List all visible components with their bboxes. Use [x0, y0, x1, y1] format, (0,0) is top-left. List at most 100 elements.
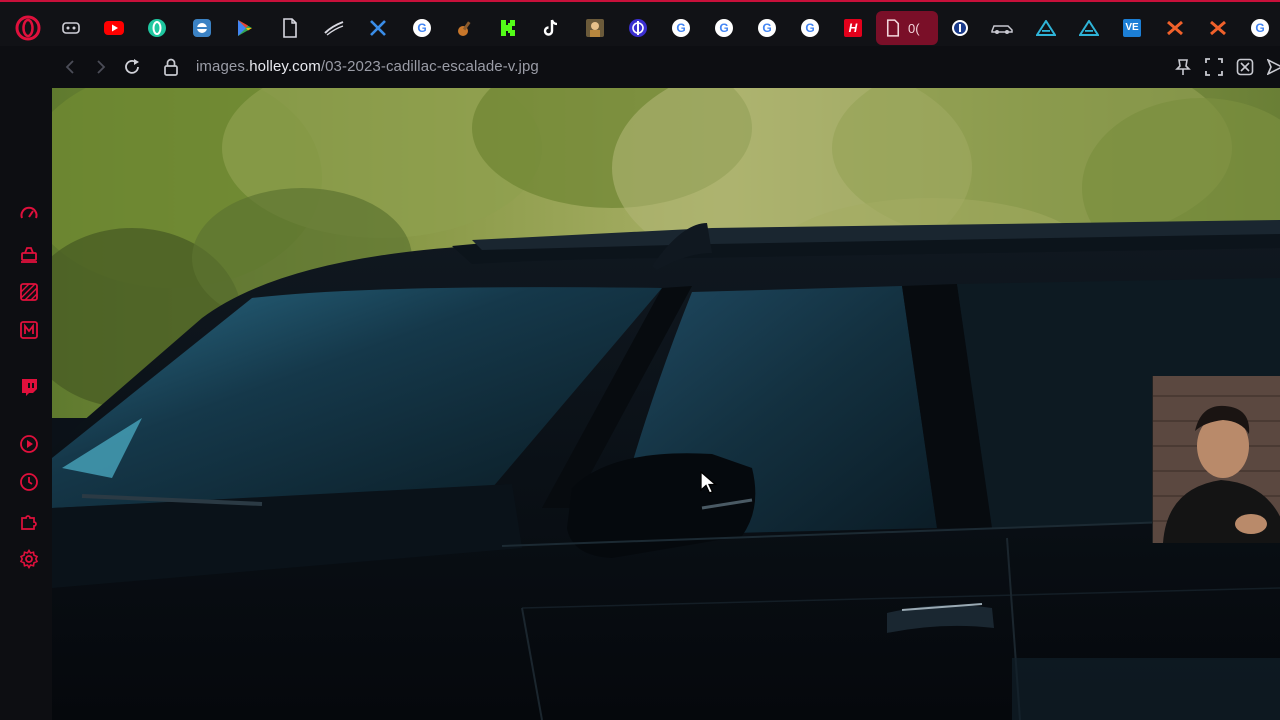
player-icon [20, 435, 38, 453]
a-triangle-icon [1036, 20, 1056, 36]
webcam-feed [1153, 376, 1280, 543]
tab-info-shield[interactable] [940, 11, 980, 45]
google-play-icon [238, 20, 252, 36]
pin-button[interactable] [1172, 56, 1194, 78]
tab-guitar[interactable] [445, 11, 485, 45]
sidebar-item-gx-control[interactable] [17, 242, 41, 266]
tab-document[interactable] [270, 11, 310, 45]
tiktok-icon [543, 19, 558, 36]
tab-a-triangle-1[interactable] [1026, 11, 1066, 45]
send-icon [1267, 59, 1280, 75]
escalade-photo [52, 88, 1280, 720]
opera-logo-icon[interactable] [15, 15, 41, 41]
google-icon: G [758, 19, 776, 37]
gamepad-icon [62, 22, 80, 34]
sidebar-item-history[interactable] [17, 470, 41, 494]
snapshot-icon [1205, 58, 1223, 76]
google-icon: G [672, 19, 690, 37]
tab-google-5[interactable]: G [790, 11, 830, 45]
tab-google-3[interactable]: G [704, 11, 744, 45]
tab-orange-x-2[interactable] [1198, 11, 1238, 45]
guitar-icon [458, 21, 471, 36]
purple-emblem-icon [629, 19, 647, 37]
orange-x-icon [1167, 20, 1183, 36]
webcam-overlay [1152, 376, 1280, 543]
a-triangle-icon [1079, 20, 1099, 36]
tab-google-6[interactable]: G [1240, 11, 1280, 45]
tab-orange-x-1[interactable] [1155, 11, 1195, 45]
tab-purple-emblem[interactable] [618, 11, 658, 45]
document-icon [283, 18, 297, 38]
mouse-cursor-icon [700, 470, 718, 500]
url-field[interactable]: images.holley.com/03-2023-cadillac-escal… [196, 58, 539, 75]
sidebar-item-player[interactable] [17, 432, 41, 456]
url-host: holley.com [249, 58, 321, 75]
car-outline-icon [991, 25, 1013, 34]
tab-strip: G G G G G H 0(VE G [0, 0, 1280, 46]
sidebar-item-m[interactable] [17, 318, 41, 342]
extensions-icon [21, 515, 37, 530]
tab-a-triangle-2[interactable] [1069, 11, 1109, 45]
character-art-icon [586, 19, 604, 37]
google-icon: G [801, 19, 819, 37]
chevron-right-icon [97, 60, 106, 74]
tab-youtube[interactable] [94, 11, 134, 45]
orange-x-icon [1210, 20, 1226, 36]
tab-google-4[interactable]: G [747, 11, 787, 45]
tab-google-2[interactable]: G [661, 11, 701, 45]
holley-h-icon: H [844, 19, 862, 37]
messenger-icon [193, 19, 211, 37]
reload-button[interactable] [121, 56, 143, 78]
image-viewer[interactable] [52, 88, 1280, 720]
adblock-icon [1236, 58, 1254, 76]
kick-icon [501, 20, 515, 36]
speed-dial-icon [20, 206, 38, 219]
address-bar: images.holley.com/03-2023-cadillac-escal… [0, 46, 1280, 88]
gx-corner-icon [20, 283, 38, 301]
tab-x-tools[interactable] [358, 11, 398, 45]
tab-messenger[interactable] [182, 11, 222, 45]
gx-control-icon [21, 247, 37, 263]
tab-google-play[interactable] [225, 11, 265, 45]
info-shield-icon [952, 20, 968, 36]
send-button[interactable] [1264, 56, 1280, 78]
tab-active-image[interactable]: 0( [876, 11, 938, 45]
tab-character-art[interactable] [575, 11, 615, 45]
snapshot-button[interactable] [1203, 56, 1225, 78]
sidebar-item-twitch[interactable] [17, 375, 41, 399]
tab-tiktok[interactable] [531, 11, 571, 45]
url-path: /03-2023-cadillac-escalade-v.jpg [320, 58, 539, 75]
sidebar-item-speed-dial[interactable] [17, 203, 41, 227]
tab-car-outline[interactable] [982, 11, 1022, 45]
tab-gamepad[interactable] [51, 11, 91, 45]
settings-icon [19, 549, 39, 569]
tab-pen-stroke[interactable] [314, 11, 354, 45]
adblock-button[interactable] [1234, 56, 1256, 78]
tab-holley[interactable]: H [833, 11, 873, 45]
twitch-icon [22, 379, 37, 396]
google-icon: G [1251, 19, 1269, 37]
browser-window: G G G G G H 0(VE G images.holley.com/03… [0, 0, 1280, 720]
tab-ve[interactable]: VE [1112, 11, 1152, 45]
reload-icon [125, 59, 139, 74]
sidebar [0, 88, 52, 720]
opera-gx-green-icon [148, 19, 166, 37]
youtube-icon [104, 21, 124, 35]
back-button[interactable] [59, 56, 81, 78]
forward-button[interactable] [90, 56, 112, 78]
sidebar-item-gx-corner[interactable] [17, 280, 41, 304]
history-icon [20, 473, 38, 491]
document-icon [886, 19, 900, 37]
tab-google-1[interactable]: G [402, 11, 442, 45]
lock-button[interactable] [160, 56, 182, 78]
tab-opera-gx[interactable] [137, 11, 177, 45]
google-icon: G [413, 19, 431, 37]
tab-active-title: 0( [908, 20, 920, 36]
sidebar-item-settings[interactable] [17, 547, 41, 571]
ve-icon: VE [1123, 19, 1141, 37]
google-icon: G [715, 19, 733, 37]
tab-kick[interactable] [488, 11, 528, 45]
sidebar-item-extensions[interactable] [17, 509, 41, 533]
m-icon [20, 321, 38, 339]
pen-stroke-icon [324, 21, 344, 36]
